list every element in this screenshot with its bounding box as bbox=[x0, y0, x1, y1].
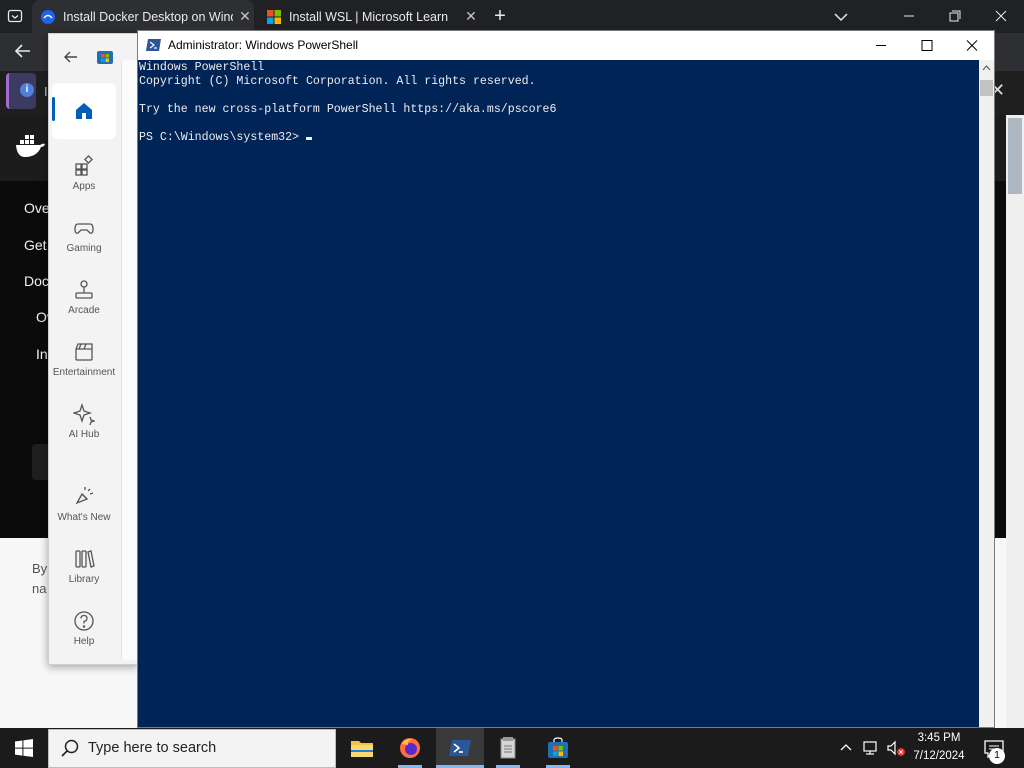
sidebar-item[interactable]: Doc bbox=[24, 273, 49, 289]
restore-icon[interactable] bbox=[940, 4, 970, 28]
help-icon bbox=[74, 611, 94, 631]
taskbar-file-explorer[interactable] bbox=[338, 728, 386, 768]
console-scrollbar[interactable] bbox=[979, 60, 994, 727]
file-explorer-icon bbox=[351, 741, 373, 757]
minimize-icon[interactable] bbox=[894, 4, 924, 28]
microsoft-store-icon bbox=[97, 51, 113, 64]
taskbar-notepad[interactable] bbox=[484, 728, 532, 768]
tab-title: Install WSL | Microsoft Learn bbox=[289, 9, 449, 24]
sparkle-icon bbox=[73, 403, 95, 425]
notification-count-badge: 1 bbox=[989, 748, 1005, 764]
apps-icon bbox=[75, 155, 93, 176]
nav-label: What's New bbox=[57, 512, 111, 523]
clock-time[interactable]: 3:45 PM bbox=[915, 732, 963, 744]
console-line: ​ bbox=[139, 117, 978, 131]
powershell-console[interactable]: Windows PowerShell Copyright (C) Microsof… bbox=[138, 60, 978, 727]
home-icon bbox=[76, 103, 92, 119]
page-scrollbar-thumb[interactable] bbox=[1008, 118, 1022, 194]
sidebar-item[interactable]: Get bbox=[24, 237, 47, 253]
notepad-icon bbox=[500, 737, 516, 759]
info-icon: i bbox=[20, 83, 34, 97]
store-nav-apps[interactable]: Apps bbox=[50, 155, 118, 192]
docker-logo-icon[interactable] bbox=[14, 132, 46, 160]
clapperboard-icon bbox=[75, 343, 93, 361]
tab-install-wsl[interactable]: Install WSL | Microsoft Learn ✕ bbox=[258, 0, 480, 33]
new-tab-button[interactable]: + bbox=[490, 6, 510, 26]
store-nav-ai-hub[interactable]: AI Hub bbox=[50, 403, 118, 440]
library-icon bbox=[75, 550, 95, 568]
nav-label: AI Hub bbox=[68, 429, 100, 440]
volume-muted-icon[interactable] bbox=[886, 739, 906, 757]
powershell-window: Administrator: Windows PowerShell Window… bbox=[137, 30, 995, 728]
console-line: Copyright (C) Microsoft Corporation. All… bbox=[139, 75, 536, 88]
nav-label: Library bbox=[68, 574, 100, 585]
megaphone-icon bbox=[75, 487, 94, 505]
close-icon[interactable] bbox=[949, 31, 995, 60]
docker-docs-icon bbox=[41, 9, 55, 24]
console-line: ​ bbox=[139, 89, 978, 103]
chevron-down-icon[interactable] bbox=[832, 8, 850, 26]
powershell-icon bbox=[449, 740, 471, 756]
tab-title: Install Docker Desktop on Windo bbox=[63, 9, 233, 24]
console-prompt-line: PS C:\Windows\system32> bbox=[139, 131, 978, 145]
store-nav-library[interactable]: Library bbox=[50, 548, 118, 585]
footer-text: na bbox=[32, 581, 47, 596]
powershell-title-bar[interactable]: Administrator: Windows PowerShell bbox=[138, 31, 994, 60]
store-nav-arcade[interactable]: Arcade bbox=[50, 279, 118, 316]
taskbar-microsoft-store[interactable] bbox=[534, 728, 582, 768]
microsoft-store-icon bbox=[548, 737, 568, 758]
taskbar-powershell[interactable] bbox=[436, 728, 484, 768]
footer-text: By bbox=[32, 561, 48, 576]
minimize-icon[interactable] bbox=[858, 31, 904, 60]
store-content-edge bbox=[121, 60, 137, 660]
nav-label: Help bbox=[73, 636, 95, 647]
nav-label: Arcade bbox=[68, 305, 100, 316]
store-nav-entertainment[interactable]: Entertainment bbox=[50, 341, 118, 378]
nav-label: Apps bbox=[72, 181, 96, 192]
nav-label: Entertainment bbox=[52, 367, 116, 378]
start-button[interactable] bbox=[0, 728, 48, 768]
active-indicator bbox=[52, 97, 55, 121]
tab-install-docker[interactable]: Install Docker Desktop on Windo ✕ bbox=[32, 0, 254, 33]
tab-close-icon[interactable]: ✕ bbox=[237, 8, 253, 25]
scroll-up-arrow-icon[interactable] bbox=[982, 65, 991, 71]
console-prompt: PS C:\Windows\system32> bbox=[139, 131, 306, 144]
tab-search-icon[interactable] bbox=[7, 8, 23, 24]
close-icon[interactable] bbox=[986, 4, 1016, 28]
microsoft-icon bbox=[267, 9, 281, 24]
network-icon[interactable] bbox=[862, 739, 880, 757]
joystick-icon bbox=[75, 280, 93, 299]
back-arrow-icon[interactable] bbox=[12, 40, 34, 62]
nav-label: Gaming bbox=[66, 243, 102, 254]
store-nav-gaming[interactable]: Gaming bbox=[50, 217, 118, 254]
chevron-up-icon[interactable] bbox=[838, 740, 854, 756]
tab-close-icon[interactable]: ✕ bbox=[463, 8, 479, 25]
console-line: Try the new cross-platform PowerShell ht… bbox=[139, 103, 557, 116]
console-scrollbar-thumb[interactable] bbox=[980, 80, 993, 96]
back-arrow-icon[interactable] bbox=[62, 48, 80, 66]
console-line: Windows PowerShell bbox=[139, 61, 265, 74]
sidebar-item[interactable]: Ove bbox=[24, 200, 50, 216]
search-icon bbox=[61, 739, 79, 757]
window-title: Administrator: Windows PowerShell bbox=[168, 38, 359, 52]
windows-logo-icon bbox=[15, 739, 33, 757]
clock-date[interactable]: 7/12/2024 bbox=[909, 750, 969, 762]
search-placeholder: Type here to search bbox=[88, 740, 217, 756]
powershell-icon bbox=[146, 39, 161, 51]
firefox-icon bbox=[400, 738, 420, 758]
page-scrollbar[interactable] bbox=[1006, 115, 1024, 728]
store-nav-help[interactable]: Help bbox=[50, 610, 118, 647]
text-cursor bbox=[305, 137, 312, 140]
gamepad-icon bbox=[74, 223, 94, 234]
maximize-icon[interactable] bbox=[904, 31, 950, 60]
store-nav-whats-new[interactable]: What's New bbox=[50, 486, 118, 523]
taskbar-firefox[interactable] bbox=[386, 728, 434, 768]
sidebar-item[interactable]: In bbox=[36, 346, 48, 362]
